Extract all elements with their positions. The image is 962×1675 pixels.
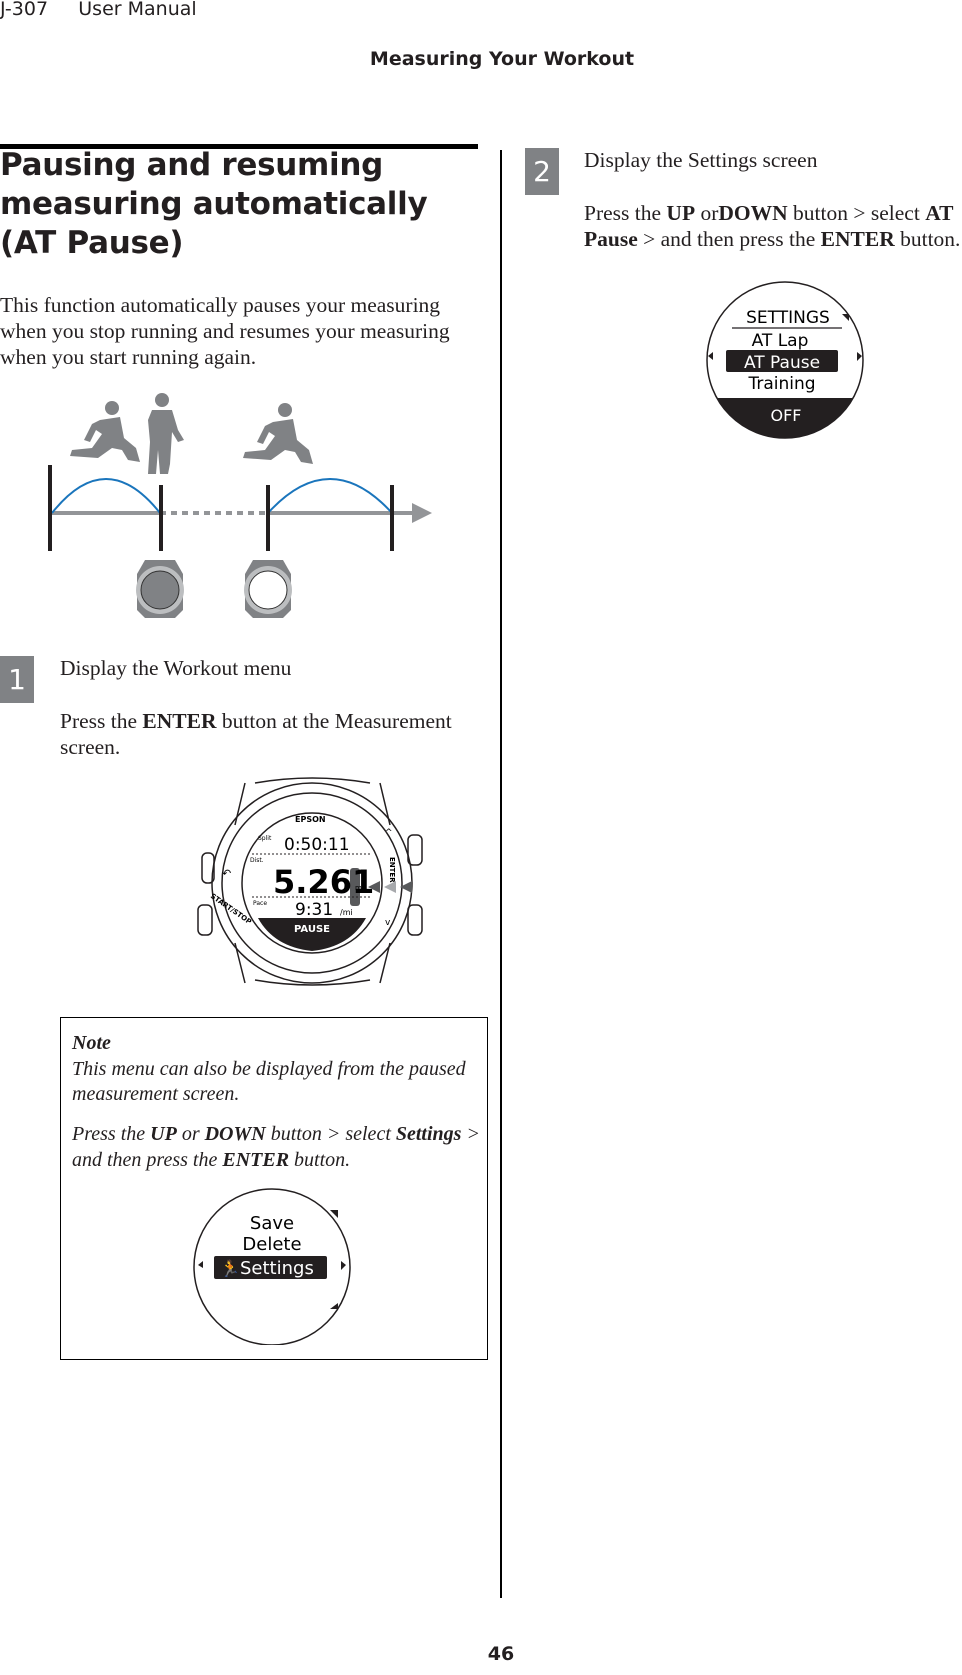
running-figure-1 <box>70 401 140 462</box>
step-2-text: button > select <box>787 201 926 225</box>
note-text: Press the <box>72 1123 151 1145</box>
settings-heading: SETTINGS <box>746 308 830 328</box>
left-arrow-icon <box>198 1261 203 1268</box>
step-1-text: Press the <box>60 709 143 733</box>
step-2-body: Press the UP orDOWN button > select AT P… <box>584 200 962 252</box>
step-2-number: 2 <box>525 148 559 195</box>
dist-label: Dist. <box>250 857 264 864</box>
section-header: Measuring Your Workout <box>369 48 635 70</box>
running-header: J-307 User Manual <box>0 0 197 20</box>
back-icon: ↶ <box>222 867 231 880</box>
down-icon: v <box>385 918 391 928</box>
run-icon: 🏃 <box>220 1259 240 1278</box>
settings-item-at-pause: AT Pause <box>744 353 820 373</box>
tick-pause <box>159 485 163 551</box>
timeline-arrow-icon <box>412 503 432 523</box>
pace-label: Pace <box>253 900 267 907</box>
step-2-keyword: DOWN <box>718 201 788 225</box>
manual-name: User Manual <box>78 0 197 20</box>
press-arrows-icon <box>368 881 412 893</box>
active-arc-2 <box>267 478 393 514</box>
note-keyword: DOWN <box>204 1123 266 1145</box>
watch-paused-icon <box>136 560 184 618</box>
note-text: button. <box>289 1149 351 1171</box>
settings-value: OFF <box>771 406 802 425</box>
note-keyword: ENTER <box>222 1149 290 1171</box>
step-2-title: Display the Settings screen <box>584 148 818 172</box>
note-keyword: UP <box>150 1123 177 1145</box>
section-title: Pausing and resuming measuring automatic… <box>0 147 428 261</box>
scroll-down-icon <box>330 1303 338 1309</box>
dist-unit: mi <box>355 884 364 892</box>
watch-button-down[interactable] <box>407 904 423 936</box>
model-name: J-307 <box>0 0 49 20</box>
note-text: This menu can also be displayed from the… <box>72 1058 466 1105</box>
watch-brand: EPSON <box>295 815 326 824</box>
step-1-body: Press the ENTER button at the Measuremen… <box>60 708 480 760</box>
active-arc-1 <box>51 478 161 514</box>
note-heading: Note <box>72 1032 111 1054</box>
page-number: 46 <box>487 1643 515 1665</box>
step-2-keyword: UP <box>666 201 696 225</box>
pause-status: PAUSE <box>294 924 330 935</box>
menu-item-save: Save <box>250 1213 294 1234</box>
up-icon: ^ <box>385 828 393 838</box>
step-1-keyword: ENTER <box>142 709 217 733</box>
settings-item-at-lap: AT Lap <box>752 331 809 351</box>
standing-figure <box>148 393 184 474</box>
watch-button-startstop[interactable] <box>197 904 213 936</box>
pace-value: 9:31 <box>295 900 333 920</box>
note-text: or <box>176 1123 205 1145</box>
step-1-number: 1 <box>0 656 34 703</box>
watch-resumed-icon <box>244 560 292 618</box>
step-2-text: Press the <box>584 201 667 225</box>
settings-screen: SETTINGS AT Lap AT Pause Training OFF <box>706 281 864 439</box>
note-keyword: Settings <box>395 1123 462 1145</box>
at-pause-diagram <box>48 393 432 618</box>
dist-value: 5.261 <box>273 863 374 901</box>
workout-menu-screen: Save Delete 🏃 Settings <box>193 1188 351 1345</box>
step-2-keyword: ENTER <box>820 227 895 251</box>
step-2-text: or <box>695 201 719 225</box>
watch-illustration: EPSON Split 0:50:11 Dist. 5.261 mi Pace … <box>197 777 423 986</box>
running-figure-2 <box>243 403 313 464</box>
settings-item-training: Training <box>747 374 815 394</box>
right-arrow-icon <box>341 1261 346 1270</box>
column-divider <box>500 150 502 1598</box>
tick-end <box>390 485 394 551</box>
menu-item-delete: Delete <box>242 1234 301 1255</box>
step-2-text: button. <box>894 227 961 251</box>
pace-unit: /mi <box>340 908 353 917</box>
enter-label: ENTER <box>388 857 396 883</box>
intro-paragraph: This function automatically pauses your … <box>0 293 450 369</box>
step-1-title: Display the Workout menu <box>60 656 292 680</box>
tick-resume <box>266 485 270 551</box>
split-label: Split <box>258 835 272 842</box>
menu-item-settings: Settings <box>240 1258 314 1279</box>
note-text: button > select <box>265 1123 396 1145</box>
split-value: 0:50:11 <box>284 835 350 855</box>
tick-start <box>48 465 52 551</box>
note-instructions: Press the UP or DOWN button > select Set… <box>72 1121 482 1173</box>
step-2-text: > and then press the <box>637 227 821 251</box>
